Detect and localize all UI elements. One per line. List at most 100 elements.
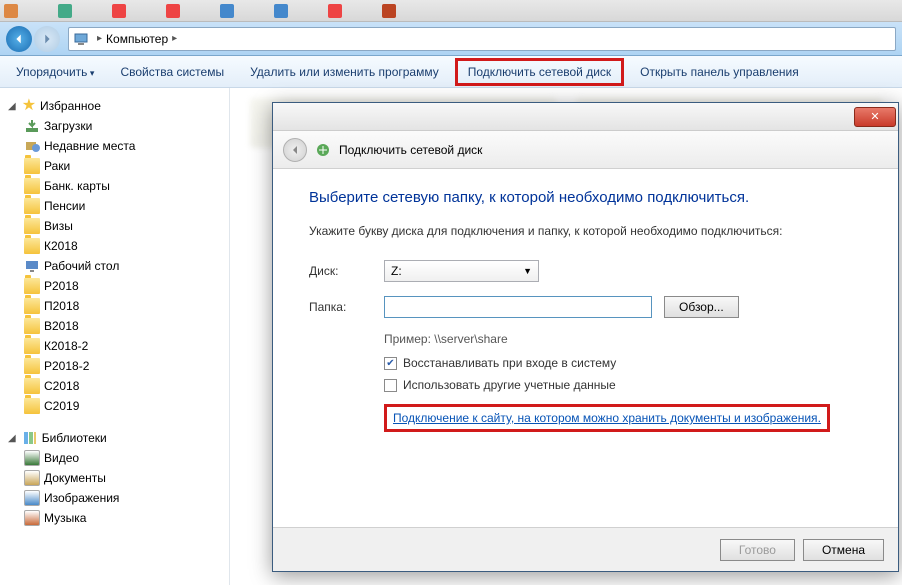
sidebar-item-label: Р2018-2 [44, 359, 89, 373]
sidebar-item-Р2018[interactable]: Р2018 [4, 276, 225, 296]
sidebar-item-label: В2018 [44, 319, 79, 333]
reconnect-checkbox[interactable]: ✔ [384, 357, 397, 370]
sidebar-item-Раки[interactable]: Раки [4, 156, 225, 176]
network-drive-icon [315, 142, 331, 158]
sidebar-item-С2019[interactable]: С2019 [4, 396, 225, 416]
back-button[interactable] [6, 26, 32, 52]
reconnect-label: Восстанавливать при входе в систему [403, 356, 616, 370]
uninstall-program-button[interactable]: Удалить или изменить программу [240, 61, 449, 83]
sidebar-item-label: Пенсии [44, 199, 85, 213]
sidebar-item-Музыка[interactable]: Музыка [4, 508, 225, 528]
tab-favicon[interactable] [4, 4, 18, 18]
favorites-root[interactable]: ◢ ★ Избранное [4, 96, 225, 116]
control-panel-button[interactable]: Открыть панель управления [630, 61, 809, 83]
dialog-footer: Готово Отмена [273, 527, 898, 571]
folder-icon [24, 318, 40, 334]
sidebar-item-label: Визы [44, 219, 73, 233]
folder-label: Папка: [309, 300, 384, 314]
example-text: Пример: \\server\share [384, 332, 862, 346]
breadcrumb-field[interactable]: ▸ Компьютер ▸ [68, 27, 896, 51]
tab-favicon[interactable] [220, 4, 234, 18]
sidebar-item-П2018[interactable]: П2018 [4, 296, 225, 316]
desktop-icon [24, 258, 40, 274]
forward-button[interactable] [34, 26, 60, 52]
breadcrumb-computer[interactable]: Компьютер [106, 32, 168, 46]
system-properties-button[interactable]: Свойства системы [110, 61, 234, 83]
dialog-body: Выберите сетевую папку, к которой необхо… [273, 169, 898, 452]
libraries-root[interactable]: ◢ Библиотеки [4, 428, 225, 448]
tab-favicon[interactable] [274, 4, 288, 18]
browser-tabs [0, 0, 902, 22]
sidebar-item-label: К2018 [44, 239, 78, 253]
star-icon: ★ [22, 98, 36, 114]
dialog-subtitle: Укажите букву диска для подключения и па… [309, 224, 862, 238]
folder-icon [24, 338, 40, 354]
browse-button[interactable]: Обзор... [664, 296, 739, 318]
sidebar-item-Визы[interactable]: Визы [4, 216, 225, 236]
sidebar-item-label: Изображения [44, 491, 119, 505]
folder-input[interactable] [384, 296, 652, 318]
tab-favicon[interactable] [382, 4, 396, 18]
sidebar-item-Изображения[interactable]: Изображения [4, 488, 225, 508]
finish-button[interactable]: Готово [720, 539, 795, 561]
sidebar-item-label: Рабочий стол [44, 259, 119, 273]
tab-favicon[interactable] [112, 4, 126, 18]
sidebar-item-В2018[interactable]: В2018 [4, 316, 225, 336]
sidebar-item-К2018[interactable]: К2018 [4, 236, 225, 256]
dialog-header: Подключить сетевой диск [273, 131, 898, 169]
folder-icon [24, 178, 40, 194]
library-icon [24, 510, 40, 526]
sidebar-item-Недавние места[interactable]: Недавние места [4, 136, 225, 156]
sidebar-item-С2018[interactable]: С2018 [4, 376, 225, 396]
folder-icon [24, 198, 40, 214]
sidebar-item-Пенсии[interactable]: Пенсии [4, 196, 225, 216]
map-drive-dialog: ✕ Подключить сетевой диск Выберите сетев… [272, 102, 899, 572]
folder-icon [24, 238, 40, 254]
map-network-drive-button[interactable]: Подключить сетевой диск [455, 58, 624, 86]
folder-icon [24, 378, 40, 394]
dialog-back-button[interactable] [283, 138, 307, 162]
explorer-toolbar: Упорядочить Свойства системы Удалить или… [0, 56, 902, 88]
sidebar-item-label: Документы [44, 471, 106, 485]
drive-select[interactable]: Z: ▼ [384, 260, 539, 282]
caret-down-icon: ◢ [8, 433, 16, 444]
sidebar-item-К2018-2[interactable]: К2018-2 [4, 336, 225, 356]
cancel-button[interactable]: Отмена [803, 539, 884, 561]
chevron-down-icon: ▼ [523, 266, 532, 276]
folder-icon [24, 278, 40, 294]
chevron-right-icon: ▸ [97, 33, 102, 44]
dialog-title: Выберите сетевую папку, к которой необхо… [309, 189, 862, 206]
sidebar-item-Р2018-2[interactable]: Р2018-2 [4, 356, 225, 376]
favorites-label: Избранное [40, 99, 101, 113]
drive-label: Диск: [309, 264, 384, 278]
sidebar-item-Загрузки[interactable]: Загрузки [4, 116, 225, 136]
tab-favicon[interactable] [166, 4, 180, 18]
libraries-label: Библиотеки [42, 431, 107, 445]
connect-website-link[interactable]: Подключение к сайту, на котором можно хр… [393, 411, 821, 425]
chevron-right-icon: ▸ [172, 33, 177, 44]
tab-favicon[interactable] [328, 4, 342, 18]
credentials-checkbox[interactable] [384, 379, 397, 392]
organize-menu[interactable]: Упорядочить [6, 61, 104, 83]
library-icon [24, 470, 40, 486]
close-button[interactable]: ✕ [854, 107, 896, 127]
drive-value: Z: [391, 264, 402, 278]
folder-icon [24, 298, 40, 314]
folder-icon [24, 158, 40, 174]
back-arrow-icon [289, 144, 301, 156]
computer-icon [73, 31, 89, 47]
tab-favicon[interactable] [58, 4, 72, 18]
caret-down-icon: ◢ [8, 101, 16, 112]
sidebar-item-label: К2018-2 [44, 339, 88, 353]
sidebar-item-label: С2018 [44, 379, 79, 393]
download-icon [24, 118, 40, 134]
dialog-titlebar: ✕ [273, 103, 898, 131]
library-icon [24, 490, 40, 506]
sidebar-item-label: Банк. карты [44, 179, 110, 193]
navigation-pane: ◢ ★ Избранное ЗагрузкиНедавние местаРаки… [0, 88, 230, 585]
sidebar-item-Банк. карты[interactable]: Банк. карты [4, 176, 225, 196]
sidebar-item-Документы[interactable]: Документы [4, 468, 225, 488]
sidebar-item-Видео[interactable]: Видео [4, 448, 225, 468]
sidebar-item-Рабочий стол[interactable]: Рабочий стол [4, 256, 225, 276]
dialog-header-text: Подключить сетевой диск [339, 143, 482, 157]
